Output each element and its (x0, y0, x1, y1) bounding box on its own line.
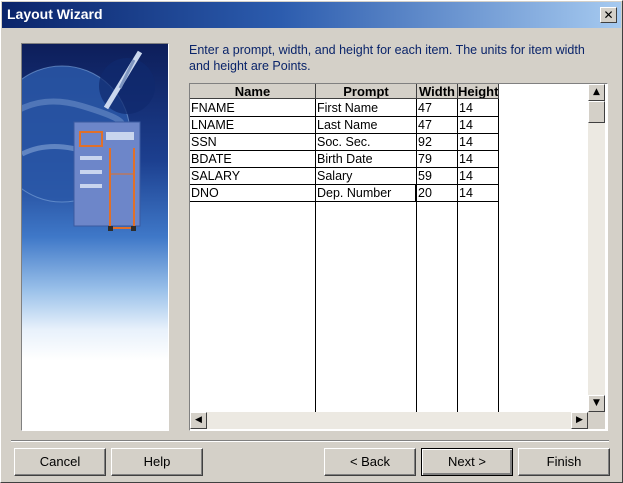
arrow-down-icon: ▼ (593, 398, 600, 408)
cell-name[interactable]: LNAME (190, 117, 315, 134)
window-title: Layout Wizard (7, 6, 103, 22)
grid-content: Name Prompt Width Height FNAME First Nam… (190, 84, 588, 412)
instructions-text: Enter a prompt, width, and height for ea… (189, 43, 585, 73)
arrow-up-icon: ▲ (593, 87, 600, 97)
table-row[interactable]: LNAME Last Name 47 14 (190, 117, 499, 134)
table-row[interactable]: DNO Dep. Number 20 14 (190, 185, 499, 202)
table-row[interactable]: FNAME First Name 47 14 (190, 100, 499, 117)
cell-prompt[interactable]: Dep. Number (316, 185, 416, 202)
globe-form-illustration-icon (22, 50, 155, 231)
cell-height[interactable]: 14 (458, 100, 498, 117)
vertical-scroll-thumb[interactable] (588, 101, 605, 123)
cell-name[interactable]: SSN (190, 134, 315, 151)
cell-name[interactable]: FNAME (190, 100, 315, 117)
cell-height[interactable]: 14 (458, 168, 498, 185)
cell-name[interactable]: BDATE (190, 151, 315, 168)
column-header-height[interactable]: Height (458, 84, 499, 99)
cell-height[interactable]: 14 (458, 117, 498, 134)
close-button[interactable]: ✕ (600, 7, 617, 23)
cancel-button[interactable]: Cancel (14, 448, 106, 476)
cell-name[interactable]: SALARY (190, 168, 315, 185)
cell-prompt[interactable]: First Name (316, 100, 416, 117)
wizard-illustration (21, 43, 169, 431)
scroll-left-button[interactable]: ◀ (190, 412, 207, 429)
close-icon: ✕ (603, 8, 614, 22)
arrow-right-icon: ▶ (576, 415, 583, 425)
next-button[interactable]: Next > (421, 448, 513, 476)
finish-button[interactable]: Finish (518, 448, 610, 476)
title-bar[interactable]: Layout Wizard ✕ (2, 2, 621, 28)
table-row[interactable]: BDATE Birth Date 79 14 (190, 151, 499, 168)
item-grid: Name Prompt Width Height FNAME First Nam… (189, 83, 608, 431)
table-row[interactable]: SALARY Salary 59 14 (190, 168, 499, 185)
cell-width[interactable]: 92 (417, 134, 457, 151)
help-button[interactable]: Help (111, 448, 203, 476)
horizontal-scrollbar[interactable]: ◀ ▶ (190, 412, 588, 429)
scrollbar-corner (588, 412, 605, 429)
arrow-left-icon: ◀ (195, 415, 202, 425)
scroll-right-button[interactable]: ▶ (571, 412, 588, 429)
cell-name[interactable]: DNO (190, 185, 315, 202)
cell-prompt[interactable]: Salary (316, 168, 416, 185)
scroll-up-button[interactable]: ▲ (588, 84, 605, 101)
cell-width[interactable]: 59 (417, 168, 457, 185)
column-header-name[interactable]: Name (190, 84, 316, 99)
cell-height[interactable]: 14 (458, 185, 498, 202)
cell-prompt[interactable]: Last Name (316, 117, 416, 134)
column-header-width[interactable]: Width (417, 84, 458, 99)
table-row[interactable]: SSN Soc. Sec. 92 14 (190, 134, 499, 151)
column-header-prompt[interactable]: Prompt (316, 84, 417, 99)
cell-width[interactable]: 47 (417, 117, 457, 134)
cell-width[interactable]: 20 (417, 185, 457, 202)
button-separator (11, 440, 609, 442)
vertical-scrollbar[interactable]: ▲ ▼ (588, 84, 605, 412)
cell-prompt[interactable]: Birth Date (316, 151, 416, 168)
cell-prompt[interactable]: Soc. Sec. (316, 134, 416, 151)
cell-width[interactable]: 47 (417, 100, 457, 117)
cell-height[interactable]: 14 (458, 151, 498, 168)
back-button[interactable]: < Back (324, 448, 416, 476)
cell-height[interactable]: 14 (458, 134, 498, 151)
layout-wizard-window: Layout Wizard ✕ Enter a prompt, width, a… (0, 0, 623, 483)
scroll-down-button[interactable]: ▼ (588, 395, 605, 412)
cell-width[interactable]: 79 (417, 151, 457, 168)
